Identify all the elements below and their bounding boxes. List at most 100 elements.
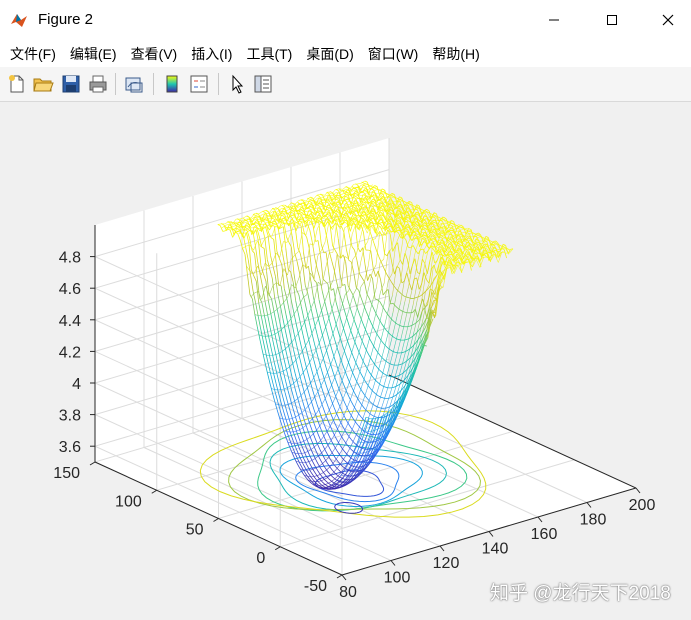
mesh-segment: [485, 244, 490, 246]
menu-tools[interactable]: 工具(T): [246, 44, 292, 64]
y-tick-label: 100: [115, 493, 142, 510]
y-tick-mark: [336, 574, 343, 579]
mesh-segment: [445, 233, 450, 235]
window-title: Figure 2: [38, 11, 94, 28]
mesh-segment: [412, 285, 418, 306]
mesh-segment: [439, 236, 443, 239]
mesh-segment: [393, 351, 396, 353]
new-figure-icon[interactable]: [6, 73, 28, 95]
z-tick-label: 4.2: [59, 344, 81, 361]
mesh-segment: [424, 263, 428, 274]
mesh-segment: [401, 335, 406, 351]
mesh-segment: [420, 208, 424, 211]
colorbar-icon[interactable]: [161, 73, 183, 95]
mesh-segment: [397, 319, 402, 335]
minimize-button[interactable]: [531, 0, 577, 40]
menu-desktop[interactable]: 桌面(D): [306, 44, 353, 64]
mesh-segment: [392, 319, 396, 323]
mesh-segment: [420, 249, 425, 271]
mesh-segment: [396, 196, 400, 204]
mesh-segment: [466, 235, 470, 238]
menu-insert[interactable]: 插入(I): [191, 44, 232, 64]
mesh-segment: [405, 334, 411, 350]
mesh-segment: [437, 216, 441, 219]
mesh-segment: [405, 296, 409, 299]
open-file-icon[interactable]: [32, 73, 54, 95]
chart-3d-axes[interactable]: 80 100 120 140 160 180 200 -50 0 50 100 150 3.6 3.8 4 4…: [0, 102, 691, 620]
mesh-segment: [409, 332, 415, 348]
z-tick-label: 4.4: [59, 313, 81, 330]
mesh-segment: [416, 319, 420, 323]
mesh-segment: [393, 334, 398, 350]
mesh-segment: [448, 226, 453, 228]
mesh-segment: [399, 235, 404, 261]
menu-help[interactable]: 帮助(H): [432, 44, 479, 64]
mesh-segment: [408, 282, 413, 291]
mesh-segment: [422, 259, 426, 264]
mesh-segment: [399, 259, 403, 265]
mesh-segment: [493, 240, 496, 243]
y-tick-mark: [89, 461, 96, 466]
mesh-segment: [507, 248, 511, 251]
mesh-segment: [398, 291, 402, 295]
x-tick-mark: [341, 574, 347, 581]
x-tick-label: 80: [339, 584, 357, 601]
x-tick-mark: [439, 545, 445, 552]
mesh-segment: [485, 235, 489, 238]
mesh-segment: [388, 312, 394, 329]
menu-window[interactable]: 窗口(W): [368, 44, 419, 64]
mesh-segment: [276, 214, 280, 216]
mesh-segment: [393, 316, 398, 333]
mesh-segment: [398, 363, 403, 378]
toolbar-separator: [218, 73, 219, 95]
mesh-segment: [393, 285, 397, 290]
window-titlebar: Figure 2: [0, 0, 691, 41]
mesh-segment: [406, 272, 410, 283]
x-tick-mark: [537, 516, 543, 523]
x-tick-label: 160: [531, 526, 558, 543]
x-tick-mark: [390, 560, 396, 566]
y-tick-mark: [151, 489, 158, 494]
menu-bar: 文件(F) 编辑(E) 查看(V) 插入(I) 工具(T) 桌面(D) 窗口(W…: [0, 40, 691, 67]
property-editor-icon[interactable]: [252, 73, 274, 95]
mesh-segment: [468, 228, 472, 230]
mesh-segment: [416, 213, 419, 216]
mesh-segment: [401, 320, 406, 337]
mesh-segment: [433, 221, 437, 224]
mesh-segment: [399, 196, 403, 199]
mesh-segment: [405, 320, 410, 337]
mesh-segment: [405, 218, 409, 222]
close-button[interactable]: [645, 0, 691, 40]
link-plot-icon[interactable]: [123, 73, 145, 95]
mesh-segment: [390, 200, 395, 203]
mesh-segment: [433, 214, 436, 217]
mesh-segment: [410, 345, 414, 349]
mesh-segment: [452, 235, 456, 238]
mesh-segment: [391, 230, 396, 249]
mesh-segment: [390, 349, 394, 352]
mesh-segment: [420, 293, 424, 296]
legend-icon[interactable]: [188, 73, 210, 95]
z-tick-label: 4.6: [59, 281, 81, 298]
maximize-button[interactable]: [589, 0, 635, 40]
y-tick-label: -50: [304, 578, 327, 595]
mesh-segment: [402, 311, 406, 313]
mesh-segment: [408, 203, 412, 205]
menu-file[interactable]: 文件(F): [10, 44, 56, 64]
save-icon[interactable]: [60, 73, 82, 95]
mesh-segment: [403, 369, 407, 373]
pointer-icon[interactable]: [226, 73, 248, 95]
mesh-segment: [403, 200, 407, 203]
mesh-segment: [453, 238, 458, 241]
mesh-segment: [414, 309, 419, 318]
mesh-segment: [451, 220, 454, 223]
mesh-segment: [426, 208, 430, 212]
mesh-segment: [222, 230, 226, 232]
mesh-segment: [475, 232, 479, 235]
menu-edit[interactable]: 编辑(E): [70, 44, 117, 64]
mesh-segment: [413, 300, 418, 320]
menu-view[interactable]: 查看(V): [131, 44, 178, 64]
print-icon[interactable]: [87, 73, 109, 95]
mesh-segment: [415, 250, 419, 255]
mesh-segment: [389, 250, 393, 264]
